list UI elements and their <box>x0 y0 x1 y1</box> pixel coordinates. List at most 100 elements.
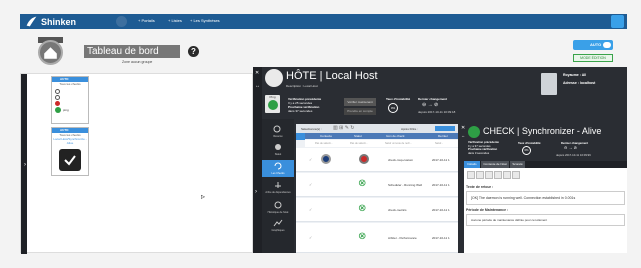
expand-icon[interactable]: ↔ <box>255 83 260 89</box>
filter-contexte[interactable]: Pas de sélecti... <box>315 142 333 145</box>
page-subtitle: Zone aucun groupe <box>122 60 153 64</box>
status-icon <box>55 95 60 100</box>
shinken-logo-icon <box>26 16 37 27</box>
col-dernier[interactable]: Dernier <box>438 133 448 139</box>
table-row[interactable]: ✓ check-msp-custom 2017-10-11 1 <box>296 148 458 172</box>
sidebar-item-resume[interactable]: Résumé <box>262 125 294 138</box>
auto-toggle[interactable]: AUTO <box>573 40 613 50</box>
detail-sidebar: Résumé Statut Les Checks Arbre de dépend… <box>262 119 294 253</box>
expand-right-arrow[interactable]: › <box>255 189 257 195</box>
check-info: Vérification précédente Il y a 37 second… <box>468 140 499 155</box>
nav-listes[interactable]: + Listes <box>168 18 182 23</box>
shinken-logo[interactable]: Shinken <box>25 15 76 28</box>
filter-row: Pas de sélecti... Pas de sélecti... Sais… <box>305 140 458 147</box>
house-icon[interactable] <box>38 40 63 65</box>
sidebar-label: Historique de l'état <box>267 211 289 214</box>
check-details-body: Texte de retour : [OK] The daemon is run… <box>464 168 627 253</box>
check-now-button[interactable]: Vérifier maintenant <box>344 98 376 106</box>
server-icon <box>541 73 557 95</box>
col-icon[interactable]: Icon de check <box>386 133 405 139</box>
row-name: Scheduler - Running Well <box>388 183 422 187</box>
edit-icon[interactable] <box>476 171 484 179</box>
sidebar-item-statut[interactable]: Statut <box>262 143 294 156</box>
nav-portails[interactable]: + Portails <box>138 18 155 23</box>
ping-badge[interactable]: Ping <box>265 95 280 113</box>
last-change-date: depuis 2017-10-11 10:09:96 <box>556 153 591 157</box>
close-icon[interactable]: ✕ <box>461 125 465 131</box>
table-row[interactable]: ✓ ⊗ check-metrics 2017-10-11 1 <box>296 198 458 222</box>
auto-label: AUTO <box>590 42 602 47</box>
comment-icon[interactable] <box>503 171 511 179</box>
globe-icon[interactable] <box>116 16 127 27</box>
expand-left-arrow[interactable]: › <box>24 162 26 168</box>
tab-details[interactable]: Détails <box>464 161 480 168</box>
filter-button[interactable] <box>435 126 455 131</box>
table-row[interactable]: ✓ ⊗ Arbiter - Performance 2017-10-11 1 <box>296 223 458 253</box>
row-name: Arbiter - Performance <box>388 236 417 240</box>
tab-score[interactable]: Scoreté <box>510 161 525 168</box>
check-icon <box>64 155 76 166</box>
ping-label: Ping <box>269 95 276 99</box>
edit-mode-button[interactable]: MODE ÉDITION <box>573 54 613 62</box>
context-icon <box>321 154 331 164</box>
row-date: 2017-10-11 1 <box>432 208 450 212</box>
row-check[interactable]: ✓ <box>309 157 312 162</box>
filter-date[interactable]: Saisir... <box>435 142 443 145</box>
sidebar-label: Les Checks <box>271 172 285 175</box>
help-icon[interactable]: ? <box>188 46 199 57</box>
row-name: check-metrics <box>388 208 407 212</box>
next-check-value: dans 3 secondes <box>468 150 490 155</box>
toolbar-icons[interactable]: ▥ ⊞ ✎ ↻ <box>333 125 354 131</box>
sidebar-item-history[interactable]: Historique de l'état <box>262 201 294 214</box>
detail-gutter <box>253 67 262 253</box>
check-detail-panel: ✕ ↔ CHECK | Synchronizer - Alive Vérific… <box>458 124 627 253</box>
widget-synchronizer[interactable]: AUTO Tous les checks Local Host/Synchron… <box>51 127 89 176</box>
page-title: Tableau de bord <box>84 45 180 58</box>
instability-label: Taux d'instabilité <box>386 97 411 101</box>
tab-context[interactable]: Contexte de l'état <box>481 161 509 168</box>
settings-icon[interactable] <box>512 171 520 179</box>
select-all-checkbox[interactable] <box>296 133 305 140</box>
selection-label: Sélectionné(s) : <box>301 127 322 131</box>
state-transition-icon: ⊖ → ⊘ <box>564 145 577 150</box>
widget-all-checks[interactable]: AUTO Tous les checks ping <box>51 76 89 124</box>
check-name: Synchronizer - Alive <box>521 126 602 136</box>
user-menu-button[interactable] <box>611 15 624 28</box>
ok-icon <box>55 107 61 113</box>
widget-subtitle: Local Host/Synchronize - Alive <box>53 137 87 145</box>
sidebar-item-graphs[interactable]: Graphiques <box>262 219 294 232</box>
next-check-value: dans 37 secondes <box>288 109 313 113</box>
acknowledge-button[interactable]: Prendre en compte <box>344 108 376 115</box>
sidebar-item-tree[interactable]: Arbre de dépendances <box>262 181 294 194</box>
critical-icon <box>55 101 60 106</box>
close-icon[interactable]: ✕ <box>255 70 259 76</box>
sidebar-label: Arbre de dépendances <box>265 191 291 194</box>
filter-name[interactable]: Saisir un texte de rech... <box>385 142 412 145</box>
output-text: [OK] The daemon is running well. Connect… <box>466 191 625 205</box>
refresh-icon[interactable] <box>467 171 475 179</box>
row-check[interactable]: ✓ <box>309 235 312 240</box>
top-navbar: Shinken + Portails + Listes + Les Synthè… <box>20 14 627 29</box>
filter-statut[interactable]: Pas de sélecti... <box>350 142 368 145</box>
expand-icon[interactable]: ↔ <box>461 133 465 138</box>
row-check[interactable]: ✓ <box>309 182 312 187</box>
state-transition-icon: ⊖ → ⊘ <box>422 102 439 108</box>
row-name: check-msp-custom <box>388 158 414 162</box>
ok-icon <box>267 100 278 110</box>
table-header: Contexte Statut Icon de check Dernier <box>305 133 458 139</box>
status-big-icon <box>59 149 81 171</box>
nav-syntheses[interactable]: + Les Synthèses <box>190 18 220 23</box>
downtime-icon[interactable] <box>494 171 502 179</box>
realm-label: Royaume : All <box>563 73 587 77</box>
last-change-date: depuis 2017-10-11 10:09:18 <box>418 110 456 114</box>
col-contexte[interactable]: Contexte <box>320 133 332 139</box>
instability-value: 0% <box>388 103 398 113</box>
ack-icon[interactable] <box>485 171 493 179</box>
sidebar-item-checks[interactable]: Les Checks <box>262 160 294 177</box>
host-icon <box>265 69 283 87</box>
list-toolbar: Sélectionné(s) : ▥ ⊞ ✎ ↻ Après Filtre : <box>296 124 458 133</box>
col-statut[interactable]: Statut <box>354 133 362 139</box>
row-check[interactable]: ✓ <box>309 207 312 212</box>
table-row[interactable]: ✓ ⊗ Scheduler - Running Well 2017-10-11 … <box>296 173 458 197</box>
widget-status-list: ping <box>52 86 88 115</box>
